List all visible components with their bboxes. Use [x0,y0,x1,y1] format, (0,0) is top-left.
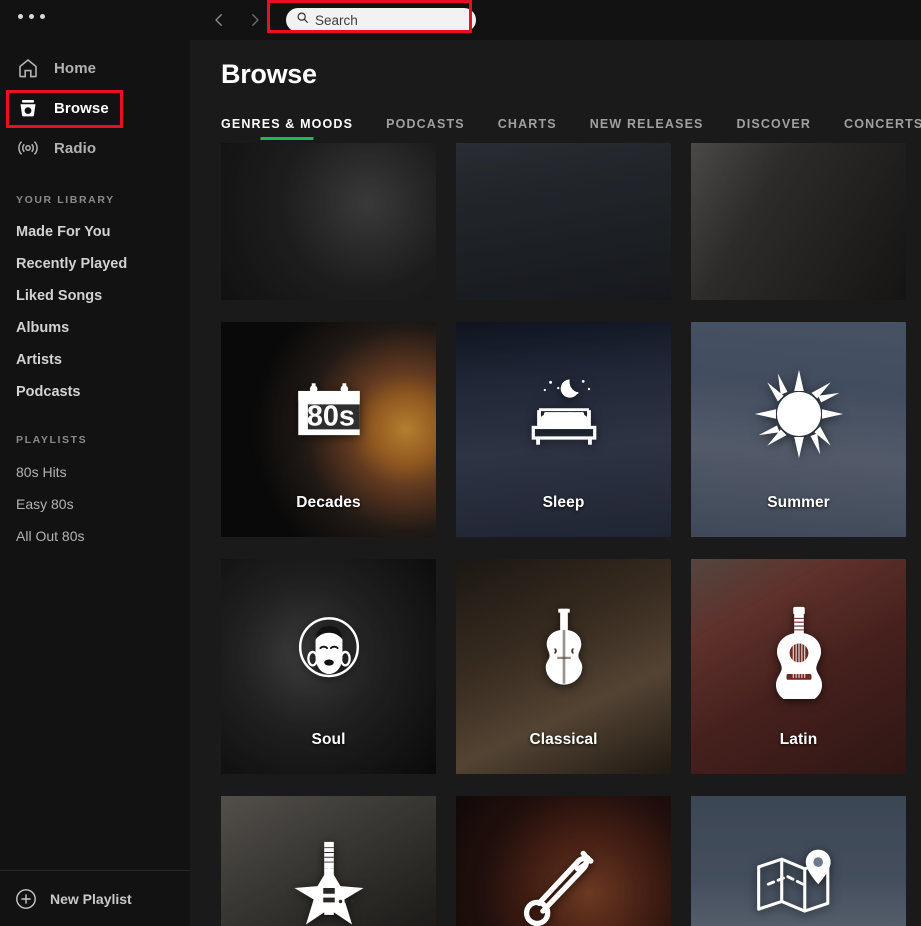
search-box[interactable] [286,8,476,32]
card-shade [221,143,436,300]
tab-genres-and-moods[interactable]: GENRES & MOODS [221,117,353,140]
genre-card-latin[interactable]: Latin [691,559,906,774]
calendar-80s-icon: 80s [281,366,377,462]
card-shade [691,143,906,300]
genre-card-punk[interactable]: Punk [456,796,671,926]
genre-card-classical[interactable]: Classical [456,559,671,774]
genre-card-travel[interactable]: Travel [691,796,906,926]
safety-pin-icon [516,840,612,926]
browse-tabs: GENRES & MOODS PODCASTS CHARTS NEW RELEA… [190,90,921,141]
new-playlist-button[interactable]: New Playlist [0,870,190,926]
tab-new-releases[interactable]: NEW RELEASES [590,117,704,140]
playlists-list: 80s Hits Easy 80s All Out 80s [0,456,190,552]
sidebar-item-made-for-you[interactable]: Made For You [0,216,190,248]
home-icon [16,56,40,80]
sidebar-item-liked-songs[interactable]: Liked Songs [0,280,190,312]
playlist-item-80s-hits[interactable]: 80s Hits [0,456,190,488]
page-title: Browse [221,59,317,89]
forward-button[interactable] [240,5,270,35]
genre-card-label: Summer [767,493,830,511]
genre-card-funk[interactable]: Funk [221,796,436,926]
playlists-heading: PLAYLISTS [16,434,88,446]
playlist-item-all-out-80s[interactable]: All Out 80s [0,520,190,552]
sidebar-item-home[interactable]: Home [0,48,190,88]
genre-card-decades[interactable]: 80s Decades [221,322,436,537]
guitar-icon [751,603,847,699]
search-container [286,8,476,32]
map-pin-icon [751,840,847,926]
violin-icon [516,603,612,699]
genre-card-label: Soul [311,730,346,748]
main-content: Browse GENRES & MOODS PODCASTS CHARTS NE… [190,0,921,926]
sun-icon [751,366,847,462]
sidebar-item-albums[interactable]: Albums [0,312,190,344]
genre-card-label: Sleep [542,493,585,511]
sidebar-item-radio[interactable]: Radio [0,128,190,168]
genre-grid: Indie Reggae Mood [190,143,921,926]
sidebar-item-podcasts[interactable]: Podcasts [0,376,190,408]
sidebar: Home Browse Radio YOUR LIBRARY Made For … [0,0,190,926]
genre-card-indie[interactable]: Indie [221,143,436,300]
playlist-item-easy-80s[interactable]: Easy 80s [0,488,190,520]
app-window: Home Browse Radio YOUR LIBRARY Made For … [0,0,921,926]
new-playlist-label: New Playlist [50,890,132,907]
tab-podcasts[interactable]: PODCASTS [386,117,465,140]
svg-text:80s: 80s [306,400,354,432]
sidebar-item-browse[interactable]: Browse [0,88,190,128]
more-dots-icon[interactable] [0,0,190,40]
library-list: Made For You Recently Played Liked Songs… [0,216,190,408]
tab-charts[interactable]: CHARTS [498,117,557,140]
genre-card-summer[interactable]: Summer [691,322,906,537]
sidebar-item-recently-played[interactable]: Recently Played [0,248,190,280]
plus-circle-icon [14,887,38,911]
sidebar-item-label: Radio [54,139,97,157]
genre-card-label: Decades [296,493,361,511]
sidebar-item-artists[interactable]: Artists [0,344,190,376]
back-button[interactable] [204,5,234,35]
genre-card-label: Classical [529,730,598,748]
bed-moon-icon [516,366,612,462]
genre-card-mood[interactable]: Mood [691,143,906,300]
search-input[interactable] [315,12,465,28]
genre-card-sleep[interactable]: Sleep [456,322,671,537]
sidebar-item-label: Browse [54,99,109,117]
genre-card-reggae[interactable]: Reggae [456,143,671,300]
tab-discover[interactable]: DISCOVER [737,117,812,140]
star-guitar-icon [281,840,377,926]
card-shade [456,143,671,300]
radio-icon [16,136,40,160]
top-bar [190,0,921,40]
genre-card-label: Latin [779,730,818,748]
tab-concerts[interactable]: CONCERTS [844,117,921,140]
sidebar-item-label: Home [54,59,97,77]
search-icon [296,11,309,29]
afro-face-icon [281,603,377,699]
genre-grid-scroll-area[interactable]: Indie Reggae Mood [190,143,921,926]
browse-icon [16,96,40,120]
library-heading: YOUR LIBRARY [16,194,115,206]
genre-card-soul[interactable]: Soul [221,559,436,774]
sidebar-primary-nav: Home Browse Radio [0,48,190,168]
